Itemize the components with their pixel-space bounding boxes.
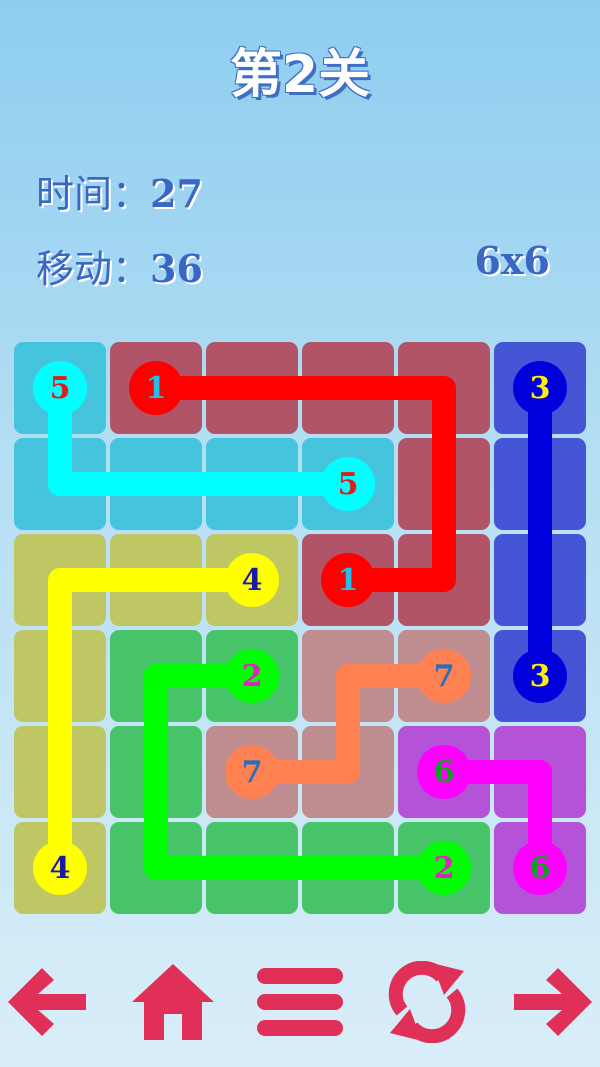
endpoint-dot[interactable]: 5: [33, 361, 87, 415]
board-cell[interactable]: [110, 438, 202, 530]
game-board: 5 5 1 1 3 3 4 4 2 2 7 7 6 6: [14, 342, 586, 914]
endpoint-number: 7: [434, 659, 455, 694]
home-icon: [132, 964, 214, 1040]
arrow-left-icon: [8, 968, 86, 1036]
board-cell[interactable]: [302, 630, 394, 722]
home-button[interactable]: [128, 962, 218, 1042]
board-cell[interactable]: [302, 342, 394, 434]
board-cell[interactable]: [206, 438, 298, 530]
board-cell[interactable]: [302, 726, 394, 818]
board-cell[interactable]: [110, 726, 202, 818]
board-cell[interactable]: [494, 534, 586, 626]
moves-value: 36: [150, 246, 203, 291]
endpoint-number: 2: [434, 851, 455, 886]
endpoint-number: 1: [338, 563, 359, 598]
refresh-icon: [388, 961, 466, 1043]
endpoint-dot[interactable]: 4: [225, 553, 279, 607]
endpoint-number: 5: [338, 467, 359, 502]
endpoint-number: 6: [434, 755, 455, 790]
endpoint-number: 3: [530, 659, 551, 694]
board-cell[interactable]: [494, 438, 586, 530]
endpoint-dot[interactable]: 3: [513, 649, 567, 703]
board-cell[interactable]: [110, 630, 202, 722]
endpoint-dot[interactable]: 7: [225, 745, 279, 799]
menu-button[interactable]: [255, 962, 345, 1042]
endpoint-dot[interactable]: 1: [321, 553, 375, 607]
endpoint-number: 3: [530, 371, 551, 406]
time-value: 27: [150, 171, 203, 216]
endpoint-dot[interactable]: 3: [513, 361, 567, 415]
endpoint-dot[interactable]: 4: [33, 841, 87, 895]
level-title: 第2关: [229, 45, 371, 105]
board-cell[interactable]: [110, 534, 202, 626]
endpoint-dot[interactable]: 1: [129, 361, 183, 415]
board-cell[interactable]: [14, 438, 106, 530]
endpoint-number: 6: [530, 851, 551, 886]
grid-size-label: 6x6: [474, 238, 550, 283]
time-stat: 时间：27: [36, 163, 203, 218]
board-cell[interactable]: [14, 630, 106, 722]
endpoint-dot[interactable]: 2: [225, 649, 279, 703]
board-cell[interactable]: [14, 534, 106, 626]
board-cell[interactable]: [206, 342, 298, 434]
board-cell[interactable]: [14, 726, 106, 818]
board-cell[interactable]: [398, 342, 490, 434]
board-cell[interactable]: [302, 822, 394, 914]
board-cell[interactable]: [398, 534, 490, 626]
time-label: 时间：: [36, 172, 151, 216]
restart-button[interactable]: [382, 961, 472, 1043]
endpoint-dot[interactable]: 2: [417, 841, 471, 895]
board-cell[interactable]: [494, 726, 586, 818]
moves-label: 移动：: [36, 247, 151, 291]
endpoint-number: 7: [242, 755, 263, 790]
endpoint-dot[interactable]: 5: [321, 457, 375, 511]
endpoint-dot[interactable]: 6: [417, 745, 471, 799]
endpoint-number: 4: [242, 563, 263, 598]
next-button[interactable]: [508, 962, 598, 1042]
endpoint-number: 5: [50, 371, 71, 406]
endpoint-dot[interactable]: 7: [417, 649, 471, 703]
menu-icon: [257, 968, 343, 1036]
board-cell[interactable]: [206, 822, 298, 914]
moves-stat: 移动：36: [36, 238, 203, 293]
arrow-right-icon: [514, 968, 592, 1036]
endpoint-number: 4: [50, 851, 71, 886]
endpoint-dot[interactable]: 6: [513, 841, 567, 895]
board-cell[interactable]: [398, 438, 490, 530]
board-cell[interactable]: [110, 822, 202, 914]
back-button[interactable]: [2, 962, 92, 1042]
endpoint-number: 2: [242, 659, 263, 694]
endpoint-number: 1: [146, 371, 167, 406]
